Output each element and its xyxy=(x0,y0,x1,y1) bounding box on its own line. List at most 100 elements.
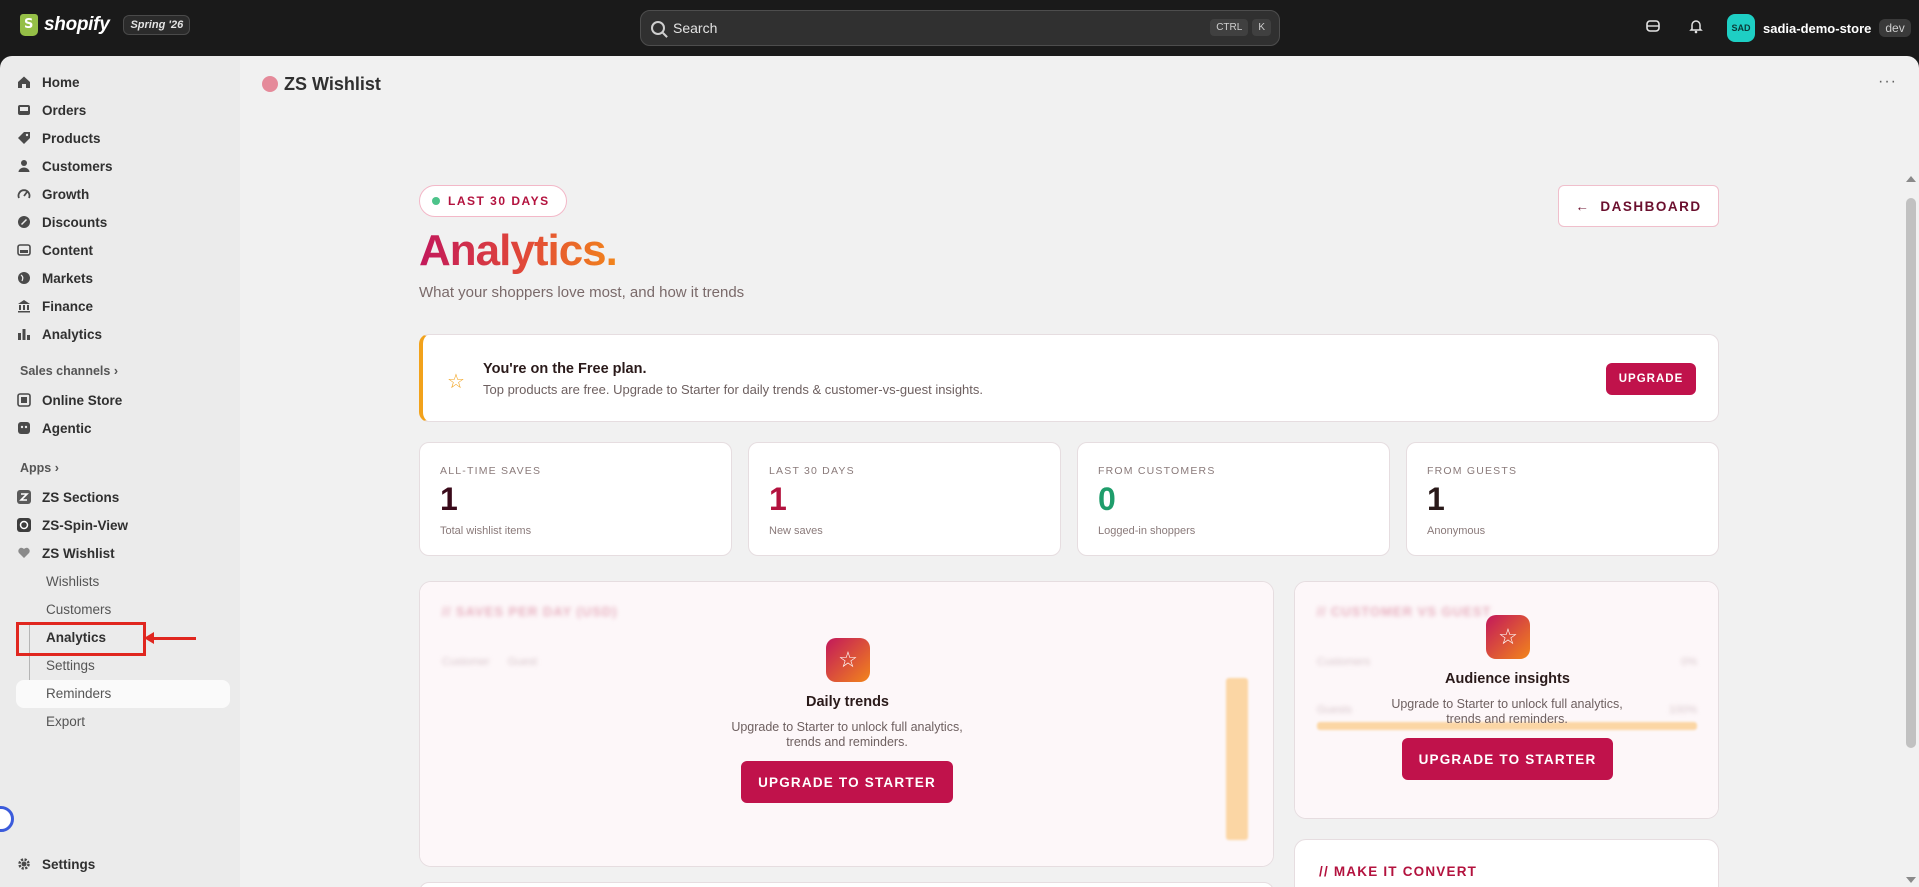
scroll-up-icon[interactable] xyxy=(1906,176,1916,182)
sidekick-icon[interactable] xyxy=(1643,18,1663,38)
sidebar-subitem-settings[interactable]: Settings xyxy=(46,658,95,673)
upgrade-to-starter-button[interactable]: UPGRADE TO STARTER xyxy=(1402,738,1613,780)
date-range-badge: LAST 30 DAYS xyxy=(419,185,567,217)
sidebar-item-products[interactable]: Products xyxy=(16,125,101,151)
sidebar-item-settings[interactable]: Settings xyxy=(16,851,95,877)
row-label: Customers xyxy=(1317,656,1371,668)
stat-sub: New saves xyxy=(769,525,823,537)
sidebar-subitem-wishlists[interactable]: Wishlists xyxy=(46,574,99,589)
apps-header[interactable]: Apps › xyxy=(20,461,59,475)
shortcut-ctrl: CTRL xyxy=(1210,19,1249,36)
sidebar: Home Orders Products Customers Growth Di… xyxy=(0,56,240,887)
plan-banner: ☆ You're on the Free plan. Top products … xyxy=(419,334,1719,422)
logo-text: shopify xyxy=(44,14,110,35)
sales-channels-label: Sales channels xyxy=(20,364,111,378)
stat-label: ALL-TIME SAVES xyxy=(440,465,542,477)
zs-sections-icon xyxy=(16,489,32,505)
next-card xyxy=(419,882,1274,887)
upgrade-button[interactable]: UPGRADE xyxy=(1606,363,1696,395)
sidebar-item-analytics[interactable]: Analytics xyxy=(16,321,102,347)
status-dot xyxy=(432,197,440,205)
chevron-right-icon: › xyxy=(54,461,59,475)
sidebar-item-orders[interactable]: Orders xyxy=(16,97,86,123)
stat-value: 1 xyxy=(1427,481,1445,517)
daily-trends-card: // SAVES PER DAY (USD) Customer Guest ☆ … xyxy=(419,581,1274,867)
scroll-down-icon[interactable] xyxy=(1906,877,1916,883)
store-avatar: SAD xyxy=(1727,14,1755,42)
locked-title: Daily trends xyxy=(806,694,889,710)
annotation-highlight-box xyxy=(16,622,146,656)
main-area: ZS Wishlist ··· LAST 30 DAYS ← DASHBOARD… xyxy=(240,56,1919,887)
stat-card-guests: FROM GUESTS 1 Anonymous xyxy=(1406,442,1719,556)
sidebar-item-label: Agentic xyxy=(42,420,92,436)
stat-value: 1 xyxy=(440,481,458,517)
more-actions-icon[interactable]: ··· xyxy=(1878,73,1897,91)
bank-icon xyxy=(16,298,32,314)
star-icon: ☆ xyxy=(1486,615,1530,659)
shopify-bag-icon xyxy=(20,14,38,36)
stat-card-customers: FROM CUSTOMERS 0 Logged-in shoppers xyxy=(1077,442,1390,556)
dashboard-button[interactable]: ← DASHBOARD xyxy=(1558,185,1719,227)
sidebar-item-growth[interactable]: Growth xyxy=(16,181,89,207)
app-header: ZS Wishlist ··· xyxy=(240,56,1919,112)
blurred-legend: Customer Guest xyxy=(442,656,537,668)
locked-description: Upgrade to Starter to unlock full analyt… xyxy=(1391,697,1623,726)
sidebar-item-zs-spin-view[interactable]: ZS-Spin-View xyxy=(16,512,128,538)
plan-title: You're on the Free plan. xyxy=(483,361,647,377)
sidebar-item-label: Products xyxy=(42,130,101,146)
sidebar-subitem-reminders[interactable]: Reminders xyxy=(46,686,111,701)
zs-spin-view-icon xyxy=(16,517,32,533)
sidebar-item-zs-sections[interactable]: ZS Sections xyxy=(16,484,119,510)
sidebar-item-label: Content xyxy=(42,242,93,258)
sidebar-item-discounts[interactable]: Discounts xyxy=(16,209,107,235)
sidebar-item-markets[interactable]: Markets xyxy=(16,265,93,291)
sidebar-item-label: Markets xyxy=(42,270,94,286)
sidebar-item-home[interactable]: Home xyxy=(16,69,80,95)
audience-insights-card: // CUSTOMER VS GUEST Customers 0% Guests… xyxy=(1294,581,1719,819)
legend-item: Guest xyxy=(507,656,538,668)
store-env-badge: dev xyxy=(1879,19,1911,37)
sidebar-subitem-customers[interactable]: Customers xyxy=(46,602,111,617)
apps-label: Apps xyxy=(20,461,52,475)
row-value: 0% xyxy=(1681,656,1697,668)
plan-description: Top products are free. Upgrade to Starte… xyxy=(483,382,984,397)
store-name: sadia-demo-store xyxy=(1763,20,1872,36)
chevron-right-icon: › xyxy=(113,364,118,378)
sidebar-item-label: Home xyxy=(42,74,80,90)
stat-sub: Logged-in shoppers xyxy=(1098,525,1196,537)
row-label: Guests xyxy=(1317,704,1352,716)
page-title: Analytics. xyxy=(419,226,618,275)
locked-description: Upgrade to Starter to unlock full analyt… xyxy=(731,720,963,749)
store-switcher[interactable]: SAD sadia-demo-store dev xyxy=(1727,14,1911,42)
sales-channels-header[interactable]: Sales channels › xyxy=(20,364,118,378)
bell-icon[interactable] xyxy=(1686,18,1706,38)
legend-item: Customer xyxy=(442,656,490,668)
sidebar-item-zs-wishlist[interactable]: ZS Wishlist xyxy=(16,540,115,566)
upgrade-to-starter-button[interactable]: UPGRADE TO STARTER xyxy=(741,761,953,803)
scrollbar-thumb[interactable] xyxy=(1906,198,1916,748)
sidebar-item-finance[interactable]: Finance xyxy=(16,293,93,319)
sidebar-subitem-export[interactable]: Export xyxy=(46,714,85,729)
stat-value: 1 xyxy=(769,481,787,517)
sidebar-item-label: Settings xyxy=(42,856,96,872)
shopify-logo[interactable]: shopify Spring '26 xyxy=(20,14,191,36)
date-range-label: LAST 30 DAYS xyxy=(448,194,550,208)
search-placeholder: Search xyxy=(673,20,718,36)
sidebar-item-agentic[interactable]: Agentic xyxy=(16,415,92,441)
stat-value: 0 xyxy=(1098,481,1116,517)
sidebar-item-content[interactable]: Content xyxy=(16,237,93,263)
discount-icon xyxy=(16,214,32,230)
stat-label: FROM GUESTS xyxy=(1427,465,1518,477)
search-bar[interactable]: Search CTRL K xyxy=(640,10,1280,46)
sidebar-item-label: Customers xyxy=(42,158,113,174)
sidebar-item-customers[interactable]: Customers xyxy=(16,153,113,179)
home-icon xyxy=(16,74,32,90)
person-icon xyxy=(16,158,32,174)
content-icon xyxy=(16,242,32,258)
stat-label: LAST 30 DAYS xyxy=(769,465,855,477)
scrollbar[interactable] xyxy=(1903,114,1919,887)
sidebar-item-online-store[interactable]: Online Store xyxy=(16,387,122,413)
make-it-convert-card: // MAKE IT CONVERT xyxy=(1294,839,1719,887)
zs-wishlist-icon xyxy=(16,545,32,561)
inbox-icon xyxy=(16,102,32,118)
